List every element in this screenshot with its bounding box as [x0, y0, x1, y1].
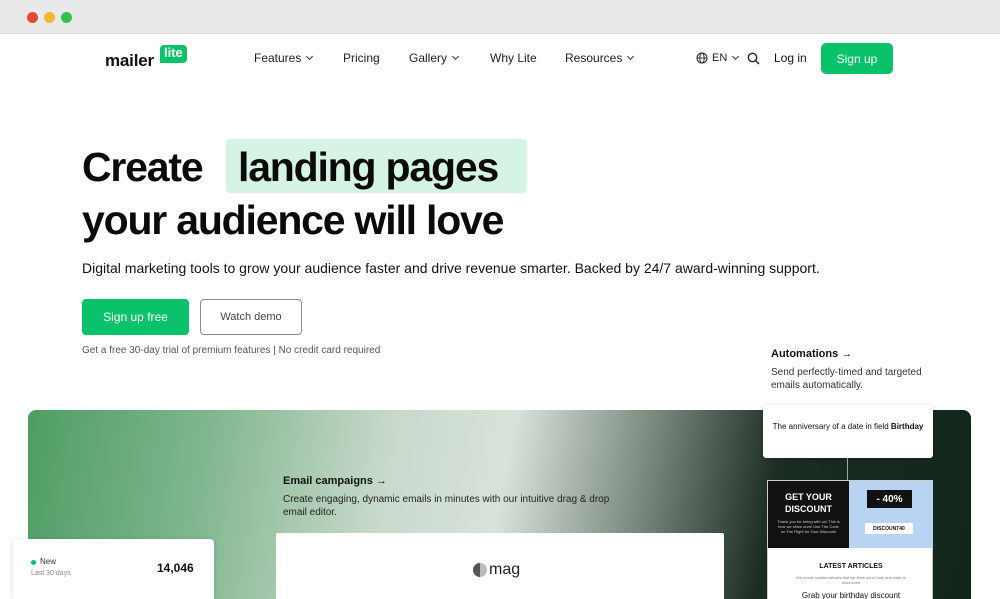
chevron-down-icon [627, 52, 635, 61]
discount-title: GET YOUR DISCOUNT [785, 492, 832, 514]
watch-demo-button[interactable]: Watch demo [200, 299, 302, 335]
automation-trigger-card: The anniversary of a date in field Birth… [763, 405, 933, 458]
headline-line2: your audience will love [82, 197, 504, 243]
mag-logo-text: mag [489, 561, 521, 578]
close-window-icon[interactable] [27, 12, 38, 23]
nav-item-why-lite[interactable]: Why Lite [490, 51, 537, 65]
nav-item-features[interactable]: Features [254, 51, 314, 65]
login-link[interactable]: Log in [774, 51, 807, 65]
email-campaigns-description: Create engaging, dynamic emails in minut… [283, 494, 610, 518]
nav-item-label: Pricing [343, 51, 380, 65]
automations-description: Send perfectly-timed and targeted emails… [771, 367, 922, 391]
nav-item-label: Features [254, 51, 302, 65]
browser-chrome [0, 0, 1000, 34]
headline-highlight-text: landing pages [238, 144, 499, 190]
nav-item-label: Resources [565, 51, 623, 65]
subscribers-stat-card: New Last 30 days 14,046 [13, 539, 214, 599]
signup-button[interactable]: Sign up [821, 43, 893, 74]
chevron-down-icon [732, 52, 740, 61]
discount-small-text: Thank you for being with us! This is how… [777, 519, 840, 534]
globe-icon[interactable] [696, 52, 708, 64]
stat-value: 14,046 [157, 561, 194, 575]
automations-link[interactable]: Automations → [771, 348, 852, 360]
status-dot-icon [31, 560, 36, 565]
minimize-window-icon[interactable] [44, 12, 55, 23]
nav-item-label: Gallery [409, 51, 448, 65]
nav-item-label: Why Lite [490, 51, 537, 65]
language-selector[interactable]: EN [712, 52, 740, 64]
email-campaigns-link[interactable]: Email campaigns → [283, 475, 387, 487]
logo-badge: lite [160, 45, 187, 63]
logo-word: mailer [105, 51, 154, 70]
chevron-down-icon [306, 52, 314, 61]
mag-logo-icon [473, 563, 487, 577]
chevron-down-icon [451, 52, 460, 61]
discount-code-block: - 40% DISCOUNT40 [849, 481, 933, 548]
trial-note: Get a free 30-day trial of premium featu… [82, 345, 381, 356]
language-label: EN [712, 52, 728, 64]
latest-articles-title: LATEST ARTICLES [819, 563, 883, 570]
stat-label: New [40, 557, 57, 566]
nav-item-gallery[interactable]: Gallery [409, 51, 460, 65]
latest-articles-subtitle: We found curated articles that we think … [796, 575, 906, 585]
discount-code: DISCOUNT40 [865, 523, 913, 534]
trigger-field: Birthday [890, 422, 924, 431]
workflow-connector [847, 458, 848, 480]
stat-period: Last 30 days [31, 570, 71, 577]
nav-item-resources[interactable]: Resources [565, 51, 635, 65]
nav-item-pricing[interactable]: Pricing [343, 51, 380, 65]
hero-subtitle: Digital marketing tools to grow your aud… [82, 260, 820, 276]
search-icon[interactable] [747, 52, 760, 65]
signup-free-button[interactable]: Sign up free [82, 299, 189, 335]
top-nav: mailer lite Features Pricing Gallery Why… [0, 34, 1000, 84]
headline-part1: Create [82, 144, 204, 190]
discount-percent: - 40% [867, 490, 912, 508]
birthday-discount-heading: Grab your birthday discount [801, 591, 901, 599]
mag-logo: mag [473, 561, 520, 579]
discount-block: GET YOUR DISCOUNT Thank you for being wi… [768, 481, 849, 548]
maximize-window-icon[interactable] [61, 12, 72, 23]
trigger-text: The anniversary of a date in field [772, 422, 889, 431]
birthday-email-preview: GET YOUR DISCOUNT Thank you for being wi… [767, 480, 933, 599]
